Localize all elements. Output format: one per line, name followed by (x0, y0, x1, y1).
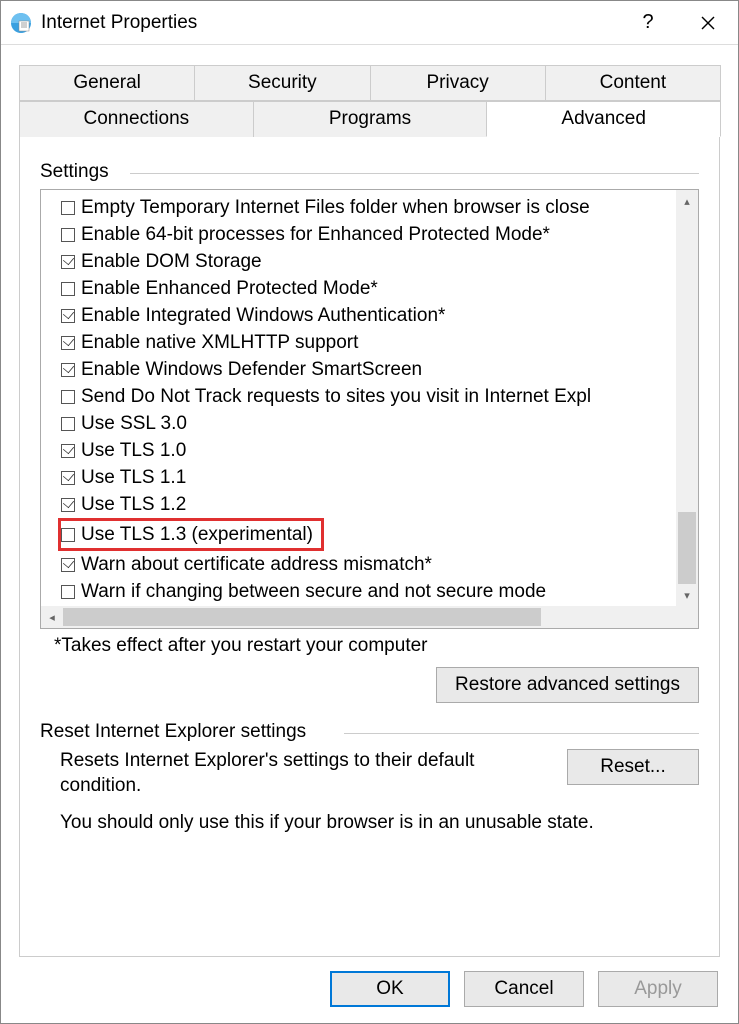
setting-item[interactable]: Warn if changing between secure and not … (61, 578, 698, 605)
dialog-content: General Security Privacy Content Connect… (1, 45, 738, 957)
settings-items: Empty Temporary Internet Files folder wh… (41, 190, 698, 628)
setting-item[interactable]: Enable 64-bit processes for Enhanced Pro… (61, 221, 698, 248)
tab-general[interactable]: General (19, 65, 195, 101)
advanced-panel: Settings Empty Temporary Internet Files … (19, 137, 720, 957)
setting-item[interactable]: Use SSL 3.0 (61, 410, 698, 437)
setting-item[interactable]: Empty Temporary Internet Files folder wh… (61, 194, 698, 221)
setting-label: Enable native XMLHTTP support (81, 329, 358, 356)
setting-label: Use TLS 1.0 (81, 437, 186, 464)
titlebar: Internet Properties ? (1, 1, 738, 45)
tab-programs[interactable]: Programs (253, 101, 488, 137)
setting-checkbox[interactable] (61, 498, 75, 512)
setting-checkbox[interactable] (61, 309, 75, 323)
setting-item[interactable]: Warn about certificate address mismatch* (61, 551, 698, 578)
setting-label: Enable 64-bit processes for Enhanced Pro… (81, 221, 550, 248)
setting-item[interactable]: Enable Integrated Windows Authentication… (61, 302, 698, 329)
tab-security[interactable]: Security (194, 65, 370, 101)
setting-label: Enable Integrated Windows Authentication… (81, 302, 445, 329)
divider (344, 733, 699, 734)
setting-label: Warn if changing between secure and not … (81, 578, 546, 605)
setting-checkbox[interactable] (61, 201, 75, 215)
settings-listbox[interactable]: Empty Temporary Internet Files folder wh… (40, 189, 699, 629)
vscroll-thumb[interactable] (678, 512, 696, 584)
setting-item[interactable]: Use TLS 1.3 (experimental) (58, 518, 324, 551)
vscroll-track[interactable] (676, 212, 698, 584)
hscroll-track[interactable] (63, 606, 676, 628)
setting-checkbox[interactable] (61, 417, 75, 431)
reset-label: Reset Internet Explorer settings (40, 721, 314, 743)
scroll-left-arrow-icon[interactable]: ◂ (41, 606, 63, 628)
setting-label: Send Do Not Track requests to sites you … (81, 383, 591, 410)
cancel-button[interactable]: Cancel (464, 971, 584, 1007)
reset-row: Resets Internet Explorer's settings to t… (40, 749, 699, 798)
tabs-row-1: General Security Privacy Content (19, 65, 720, 101)
setting-label: Use TLS 1.3 (experimental) (81, 521, 313, 548)
setting-checkbox[interactable] (61, 444, 75, 458)
setting-label: Use TLS 1.1 (81, 464, 186, 491)
window-title: Internet Properties (41, 12, 618, 34)
settings-fieldset: Settings Empty Temporary Internet Files … (40, 161, 699, 703)
scroll-corner (676, 606, 698, 628)
divider (130, 173, 699, 174)
reset-description: Resets Internet Explorer's settings to t… (40, 749, 551, 798)
setting-label: Warn about certificate address mismatch* (81, 551, 432, 578)
setting-checkbox[interactable] (61, 528, 75, 542)
setting-checkbox[interactable] (61, 471, 75, 485)
setting-item[interactable]: Use TLS 1.2 (61, 491, 698, 518)
settings-label: Settings (40, 161, 117, 183)
scroll-up-arrow-icon[interactable]: ▴ (676, 190, 698, 212)
horizontal-scrollbar[interactable]: ◂ ▸ (41, 606, 698, 628)
setting-checkbox[interactable] (61, 390, 75, 404)
tab-advanced[interactable]: Advanced (486, 101, 721, 137)
tab-content[interactable]: Content (545, 65, 721, 101)
setting-item[interactable]: Enable Windows Defender SmartScreen (61, 356, 698, 383)
tab-strip: General Security Privacy Content Connect… (19, 65, 720, 137)
setting-label: Empty Temporary Internet Files folder wh… (81, 194, 590, 221)
tabs-row-2: Connections Programs Advanced (19, 101, 720, 137)
setting-checkbox[interactable] (61, 336, 75, 350)
tab-privacy[interactable]: Privacy (370, 65, 546, 101)
setting-label: Enable Enhanced Protected Mode* (81, 275, 378, 302)
tab-connections[interactable]: Connections (19, 101, 254, 137)
setting-item[interactable]: Enable DOM Storage (61, 248, 698, 275)
setting-checkbox[interactable] (61, 228, 75, 242)
help-button[interactable]: ? (618, 1, 678, 45)
setting-checkbox[interactable] (61, 363, 75, 377)
restart-note: *Takes effect after you restart your com… (54, 635, 699, 657)
close-button[interactable] (678, 1, 738, 45)
reset-fieldset: Reset Internet Explorer settings Resets … (40, 721, 699, 834)
setting-checkbox[interactable] (61, 255, 75, 269)
restore-advanced-button[interactable]: Restore advanced settings (436, 667, 699, 703)
settings-scroll-viewport: Empty Temporary Internet Files folder wh… (41, 190, 698, 628)
setting-item[interactable]: Use TLS 1.0 (61, 437, 698, 464)
setting-checkbox[interactable] (61, 558, 75, 572)
setting-item[interactable]: Send Do Not Track requests to sites you … (61, 383, 698, 410)
setting-label: Use TLS 1.2 (81, 491, 186, 518)
setting-label: Use SSL 3.0 (81, 410, 187, 437)
vertical-scrollbar[interactable]: ▴ ▾ (676, 190, 698, 606)
setting-item[interactable]: Use TLS 1.1 (61, 464, 698, 491)
internet-properties-window: Internet Properties ? General Security P… (0, 0, 739, 1024)
setting-item[interactable]: Enable Enhanced Protected Mode* (61, 275, 698, 302)
setting-label: Enable DOM Storage (81, 248, 262, 275)
scroll-down-arrow-icon[interactable]: ▾ (676, 584, 698, 606)
reset-button[interactable]: Reset... (567, 749, 699, 785)
ok-button[interactable]: OK (330, 971, 450, 1007)
setting-label: Enable Windows Defender SmartScreen (81, 356, 422, 383)
internet-options-icon (9, 11, 33, 35)
hscroll-thumb[interactable] (63, 608, 541, 626)
setting-checkbox[interactable] (61, 585, 75, 599)
titlebar-controls: ? (618, 1, 738, 45)
setting-item[interactable]: Enable native XMLHTTP support (61, 329, 698, 356)
dialog-button-row: OK Cancel Apply (1, 957, 738, 1023)
restore-row: Restore advanced settings (40, 667, 699, 703)
reset-warning: You should only use this if your browser… (40, 812, 699, 834)
apply-button[interactable]: Apply (598, 971, 718, 1007)
setting-checkbox[interactable] (61, 282, 75, 296)
